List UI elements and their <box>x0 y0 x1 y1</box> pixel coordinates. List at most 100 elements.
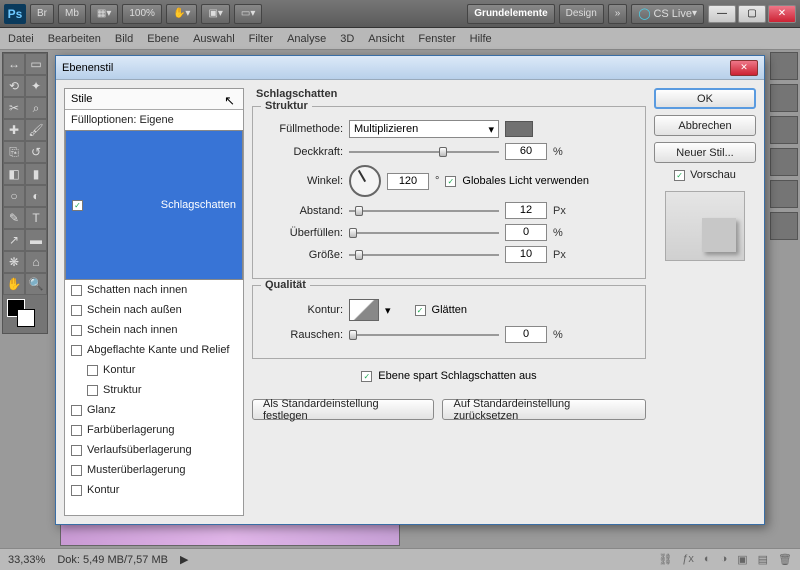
checkbox-icon[interactable] <box>71 445 82 456</box>
blur-tool-icon[interactable]: ○ <box>3 185 25 207</box>
style-kontur[interactable]: Kontur <box>65 480 243 500</box>
link-icon[interactable]: ⛓ <box>658 553 672 566</box>
global-light-checkbox[interactable] <box>445 176 456 187</box>
menu-ebene[interactable]: Ebene <box>147 33 179 45</box>
close-icon[interactable]: ✕ <box>768 5 796 23</box>
header-dropdown-icon[interactable]: ▦▾ <box>90 4 118 24</box>
checkbox-icon[interactable] <box>71 485 82 496</box>
gradient-tool-icon[interactable]: ▮ <box>25 163 47 185</box>
style-schatten-innen[interactable]: Schatten nach innen <box>65 280 243 300</box>
chevron-down-icon[interactable]: ▾ <box>385 304 391 317</box>
panel-tab-4[interactable] <box>770 148 798 176</box>
style-schlagschatten[interactable]: Schlagschatten <box>65 130 243 280</box>
menu-bild[interactable]: Bild <box>115 33 133 45</box>
status-zoom[interactable]: 33,33% <box>8 554 45 566</box>
checkbox-icon[interactable] <box>71 325 82 336</box>
lasso-tool-icon[interactable]: ⟲ <box>3 75 25 97</box>
style-sub-kontur[interactable]: Kontur <box>65 360 243 380</box>
style-sub-struktur[interactable]: Struktur <box>65 380 243 400</box>
angle-dial[interactable] <box>349 165 381 197</box>
menu-ansicht[interactable]: Ansicht <box>368 33 404 45</box>
heal-tool-icon[interactable]: ✚ <box>3 119 25 141</box>
shadow-color-chip[interactable] <box>505 121 533 137</box>
menu-3d[interactable]: 3D <box>340 33 354 45</box>
marquee-tool-icon[interactable]: ▭ <box>25 53 47 75</box>
spread-slider[interactable] <box>349 226 499 240</box>
blend-mode-select[interactable]: Multiplizieren▾ <box>349 120 499 138</box>
checkbox-icon[interactable] <box>87 385 98 396</box>
antialias-checkbox[interactable] <box>415 305 426 316</box>
knockout-checkbox[interactable] <box>361 371 372 382</box>
view-mode-icon[interactable]: ▣▾ <box>201 4 229 24</box>
stamp-tool-icon[interactable]: ⎘ <box>3 141 25 163</box>
screen-mode-icon[interactable]: ▭▾ <box>234 4 262 24</box>
checkbox-icon[interactable] <box>71 425 82 436</box>
workspace-design[interactable]: Design <box>559 4 604 24</box>
panel-tab-3[interactable] <box>770 116 798 144</box>
menu-fenster[interactable]: Fenster <box>418 33 455 45</box>
history-brush-icon[interactable]: ↺ <box>25 141 47 163</box>
path-tool-icon[interactable]: ↗ <box>3 229 25 251</box>
new-style-button[interactable]: Neuer Stil... <box>654 142 756 163</box>
angle-input[interactable]: 120 <box>387 173 429 190</box>
dodge-tool-icon[interactable]: ◐ <box>25 185 47 207</box>
panel-tab-2[interactable] <box>770 84 798 112</box>
camera-tool-icon[interactable]: ⌂ <box>25 251 47 273</box>
checkbox-icon[interactable] <box>71 285 82 296</box>
zoom-tool-icon[interactable]: 🔍 <box>25 273 47 295</box>
menu-hilfe[interactable]: Hilfe <box>470 33 492 45</box>
hand-tool-icon[interactable]: ✋▾ <box>166 4 197 24</box>
cslive-button[interactable]: ◯ CS Live▾ <box>631 4 704 24</box>
spread-input[interactable]: 0 <box>505 224 547 241</box>
menu-analyse[interactable]: Analyse <box>287 33 326 45</box>
noise-slider[interactable] <box>349 328 499 342</box>
preview-checkbox[interactable] <box>674 170 685 181</box>
checkbox-icon[interactable] <box>71 305 82 316</box>
move-tool-icon[interactable]: ↔ <box>3 53 25 75</box>
checkbox-icon[interactable] <box>72 200 83 211</box>
size-input[interactable]: 10 <box>505 246 547 263</box>
eraser-tool-icon[interactable]: ◧ <box>3 163 25 185</box>
dialog-titlebar[interactable]: Ebenenstil ✕ <box>56 56 764 80</box>
panel-tab-6[interactable] <box>770 212 798 240</box>
header-btn-br[interactable]: Br <box>30 4 54 24</box>
distance-input[interactable]: 12 <box>505 202 547 219</box>
menu-filter[interactable]: Filter <box>249 33 273 45</box>
style-schein-aussen[interactable]: Schein nach außen <box>65 300 243 320</box>
pen-tool-icon[interactable]: ✎ <box>3 207 25 229</box>
hand-tool-icon[interactable]: ✋ <box>3 273 25 295</box>
shape-tool-icon[interactable]: ▬ <box>25 229 47 251</box>
checkbox-icon[interactable] <box>87 365 98 376</box>
type-tool-icon[interactable]: T <box>25 207 47 229</box>
style-glanz[interactable]: Glanz <box>65 400 243 420</box>
checkbox-icon[interactable] <box>71 405 82 416</box>
style-schein-innen[interactable]: Schein nach innen <box>65 320 243 340</box>
blend-options-row[interactable]: Füllloptionen: Eigene <box>65 110 243 130</box>
distance-slider[interactable] <box>349 204 499 218</box>
panel-tab-1[interactable] <box>770 52 798 80</box>
checkbox-icon[interactable] <box>71 345 82 356</box>
menu-auswahl[interactable]: Auswahl <box>193 33 235 45</box>
make-default-button[interactable]: Als Standardeinstellung festlegen <box>252 399 434 420</box>
style-musterueberlagerung[interactable]: Musterüberlagerung <box>65 460 243 480</box>
wand-tool-icon[interactable]: ✦ <box>25 75 47 97</box>
eyedropper-tool-icon[interactable]: ⌕ <box>25 97 47 119</box>
workspace-grundelemente[interactable]: Grundelemente <box>467 4 554 24</box>
style-kante-relief[interactable]: Abgeflachte Kante und Relief <box>65 340 243 360</box>
opacity-slider[interactable] <box>349 145 499 159</box>
style-farbueberlagerung[interactable]: Farbüberlagerung <box>65 420 243 440</box>
cancel-button[interactable]: Abbrechen <box>654 115 756 136</box>
size-slider[interactable] <box>349 248 499 262</box>
maximize-icon[interactable]: ▢ <box>738 5 766 23</box>
header-btn-mb[interactable]: Mb <box>58 4 86 24</box>
new-icon[interactable]: ▤ <box>758 553 768 566</box>
opacity-input[interactable]: 60 <box>505 143 547 160</box>
checkbox-icon[interactable] <box>71 465 82 476</box>
style-list-header[interactable]: Stile ↖ <box>65 89 243 110</box>
trash-icon[interactable]: 🗑 <box>778 553 792 566</box>
folder-icon[interactable]: ▣ <box>737 553 747 566</box>
noise-input[interactable]: 0 <box>505 326 547 343</box>
3d-tool-icon[interactable]: ❋ <box>3 251 25 273</box>
workspace-more-icon[interactable]: » <box>608 4 628 24</box>
style-verlaufsueberlagerung[interactable]: Verlaufsüberlagerung <box>65 440 243 460</box>
